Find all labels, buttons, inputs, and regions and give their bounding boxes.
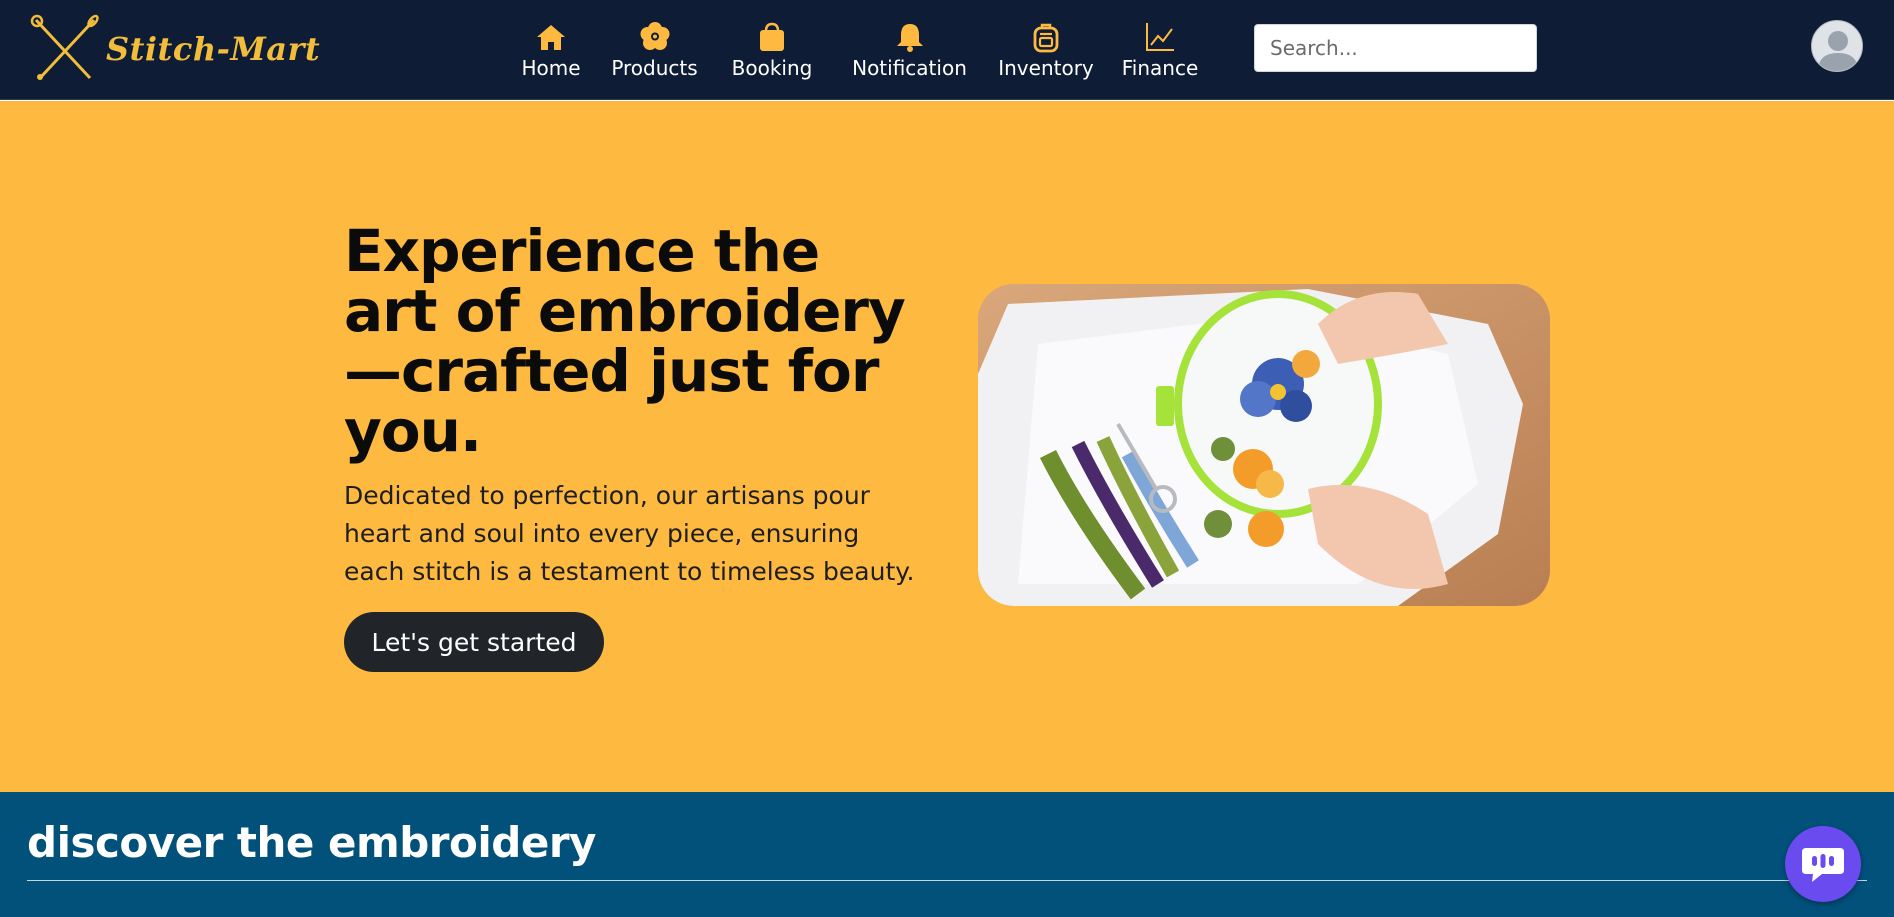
main-nav: Home Products Booking Notification Inven… (505, 16, 1215, 80)
nav-notification[interactable]: Notification (832, 16, 987, 80)
chart-line-icon (1146, 23, 1174, 51)
embroidery-hoop-image (978, 284, 1550, 606)
discover-title: discover the embroidery (27, 818, 596, 867)
bell-icon (896, 24, 923, 52)
section-divider (27, 880, 1867, 881)
nav-booking[interactable]: Booking (712, 16, 832, 80)
home-icon (537, 25, 565, 50)
backpack-icon (1033, 23, 1059, 53)
chat-button[interactable] (1785, 826, 1861, 902)
nav-products[interactable]: Products (597, 16, 712, 80)
chat-bubble-icon (1802, 848, 1844, 882)
hero-title: Experience the art of embroidery—crafted… (344, 217, 906, 465)
user-avatar[interactable] (1811, 20, 1863, 72)
nav-inventory[interactable]: Inventory (987, 16, 1105, 80)
brand-logo[interactable]: Stitch-Mart (30, 14, 320, 84)
get-started-button[interactable]: Let's get started (344, 612, 604, 672)
nav-home-label: Home (521, 56, 581, 80)
top-navbar: Stitch-Mart Home Products Booking Notifi… (0, 0, 1894, 100)
flower-icon (640, 22, 669, 50)
nav-finance-label: Finance (1121, 56, 1199, 80)
nav-notification-label: Notification (852, 56, 967, 80)
hero-section: Experience the art of embroidery—crafted… (0, 101, 1894, 792)
nav-home[interactable]: Home (505, 16, 597, 80)
search-input[interactable] (1254, 24, 1537, 72)
brand-name: Stitch-Mart (106, 30, 321, 68)
nav-booking-label: Booking (731, 56, 813, 80)
scissors-needle-icon (30, 14, 99, 80)
nav-finance[interactable]: Finance (1105, 16, 1215, 80)
nav-inventory-label: Inventory (998, 56, 1094, 80)
shopping-bag-icon (760, 22, 784, 51)
nav-products-label: Products (611, 56, 698, 80)
embroidery-photo-illustration (978, 284, 1550, 606)
hero-description: Dedicated to perfection, our artisans po… (344, 481, 915, 586)
discover-section: discover the embroidery (0, 792, 1894, 917)
user-avatar-icon (1818, 31, 1858, 71)
